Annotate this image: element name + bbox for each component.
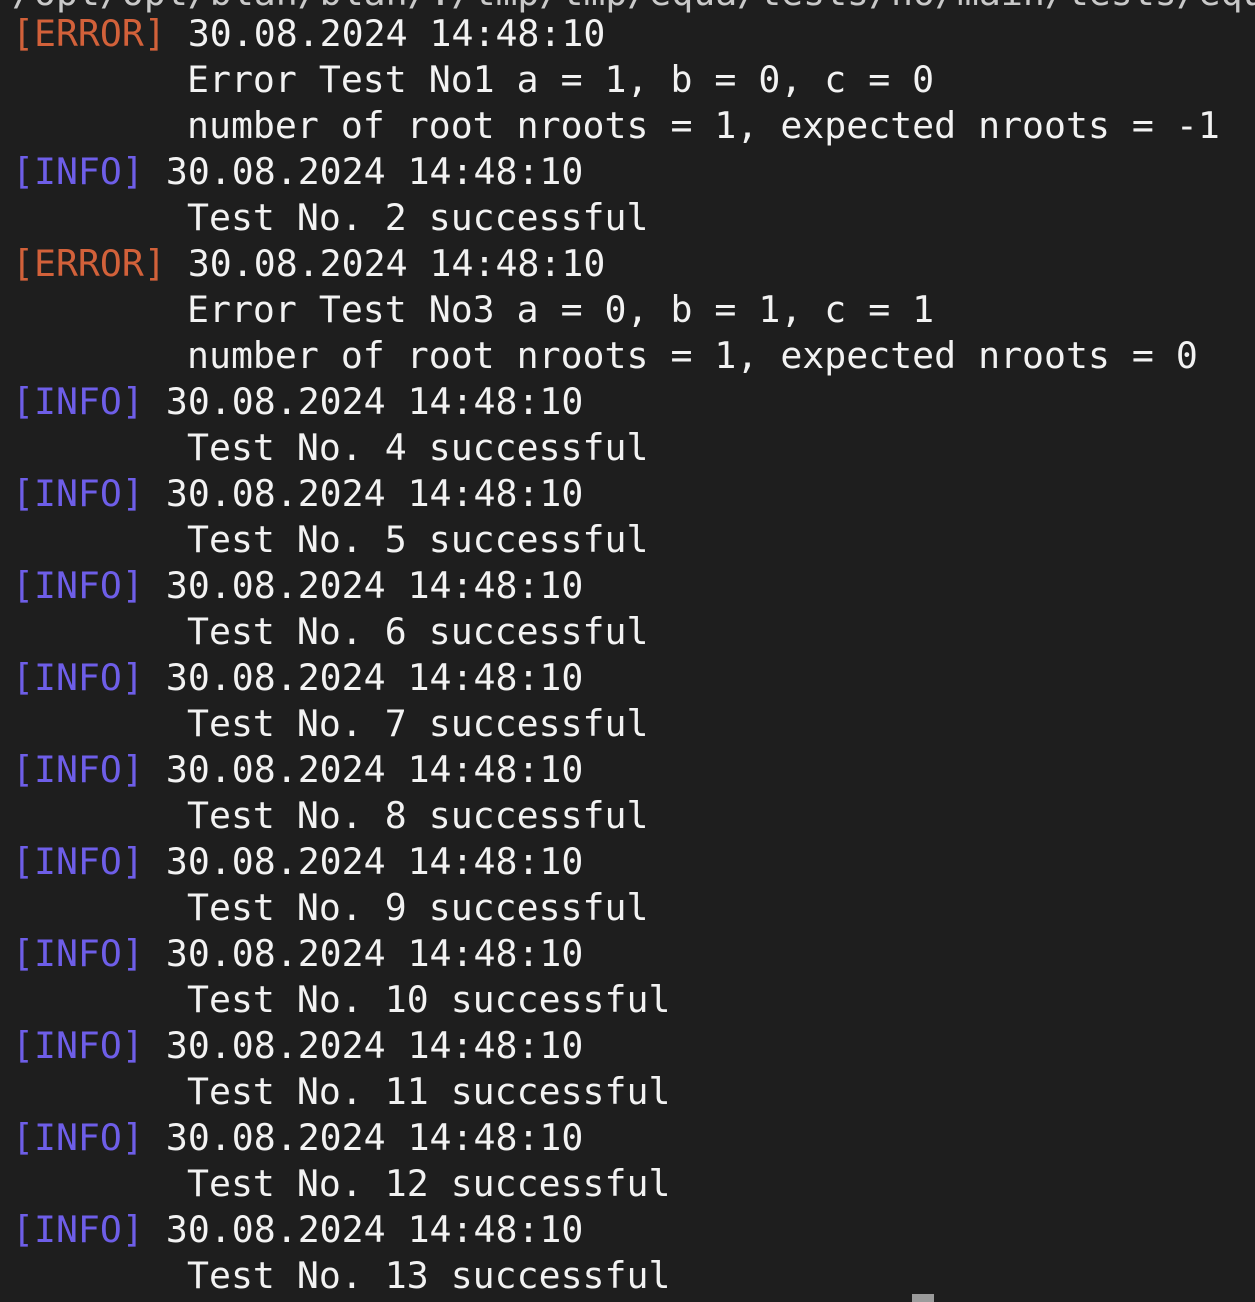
log-entry-header: [INFO] 30.08.2024 14:48:10 xyxy=(12,471,583,517)
log-entry-header: [INFO] 30.08.2024 14:48:10 xyxy=(12,747,583,793)
log-entry-header: [INFO] 30.08.2024 14:48:10 xyxy=(12,1023,583,1069)
log-level-info-tag: [INFO] xyxy=(12,1024,144,1067)
log-timestamp: 30.08.2024 14:48:10 xyxy=(165,1116,584,1159)
log-entry-header: [INFO] 30.08.2024 14:48:10 xyxy=(12,563,583,609)
log-level-info-tag: [INFO] xyxy=(12,748,144,791)
log-message: Test No. 7 successful xyxy=(187,702,649,745)
log-level-error-tag: [ERROR] xyxy=(12,12,166,55)
log-message: Test No. 6 successful xyxy=(187,610,649,653)
log-level-info-tag: [INFO] xyxy=(12,472,144,515)
log-entry-header: [ERROR] 30.08.2024 14:48:10 xyxy=(12,11,605,57)
log-timestamp: 30.08.2024 14:48:10 xyxy=(165,932,584,975)
log-level-info-tag: [INFO] xyxy=(12,932,144,975)
log-level-info-tag: [INFO] xyxy=(12,1208,144,1251)
log-timestamp: 30.08.2024 14:48:10 xyxy=(165,840,584,883)
log-timestamp: 30.08.2024 14:48:10 xyxy=(165,380,584,423)
log-timestamp: 30.08.2024 14:48:10 xyxy=(165,564,584,607)
log-entry-header: [INFO] 30.08.2024 14:48:10 xyxy=(12,1207,583,1253)
log-timestamp: 30.08.2024 14:48:10 xyxy=(187,242,606,285)
separator xyxy=(144,748,166,791)
log-message: Test No. 13 successful xyxy=(187,1254,671,1297)
log-timestamp: 30.08.2024 14:48:10 xyxy=(165,150,584,193)
log-level-error-tag: [ERROR] xyxy=(12,242,166,285)
log-message: Test No. 4 successful xyxy=(187,426,649,469)
log-message: Error Test No1 a = 1, b = 0, c = 0 xyxy=(187,58,935,101)
log-level-info-tag: [INFO] xyxy=(12,150,144,193)
separator xyxy=(144,1208,166,1251)
separator xyxy=(144,1116,166,1159)
log-message: number of root nroots = 1, expected nroo… xyxy=(187,104,1220,147)
log-message: Error Test No3 a = 0, b = 1, c = 1 xyxy=(187,288,935,331)
log-level-info-tag: [INFO] xyxy=(12,1116,144,1159)
terminal-window[interactable]: /opt/opt/blah/blah/./tmp/tmp/equa/tests/… xyxy=(0,0,1255,1302)
log-message: Test No. 9 successful xyxy=(187,886,649,929)
log-message: Test No. 2 successful xyxy=(187,196,649,239)
log-timestamp: 30.08.2024 14:48:10 xyxy=(165,1024,584,1067)
log-entry-header: [INFO] 30.08.2024 14:48:10 xyxy=(12,655,583,701)
separator xyxy=(144,840,166,883)
separator xyxy=(144,472,166,515)
separator xyxy=(166,12,188,55)
log-message: Test No. 8 successful xyxy=(187,794,649,837)
terminal-cursor xyxy=(912,1294,934,1302)
log-entry-header: [INFO] 30.08.2024 14:48:10 xyxy=(12,839,583,885)
log-message: Test No. 5 successful xyxy=(187,518,649,561)
log-timestamp: 30.08.2024 14:48:10 xyxy=(165,472,584,515)
separator xyxy=(144,150,166,193)
separator xyxy=(144,656,166,699)
log-message: Test No. 12 successful xyxy=(187,1162,671,1205)
log-level-info-tag: [INFO] xyxy=(12,564,144,607)
separator xyxy=(166,242,188,285)
log-timestamp: 30.08.2024 14:48:10 xyxy=(165,1208,584,1251)
separator xyxy=(144,380,166,423)
log-timestamp: 30.08.2024 14:48:10 xyxy=(165,656,584,699)
separator xyxy=(144,932,166,975)
log-timestamp: 30.08.2024 14:48:10 xyxy=(165,748,584,791)
log-entry-header: [INFO] 30.08.2024 14:48:10 xyxy=(12,149,583,195)
separator xyxy=(144,564,166,607)
log-entry-header: [INFO] 30.08.2024 14:48:10 xyxy=(12,1115,583,1161)
log-message: Test No. 11 successful xyxy=(187,1070,671,1113)
log-level-info-tag: [INFO] xyxy=(12,840,144,883)
log-level-info-tag: [INFO] xyxy=(12,656,144,699)
log-message: Test No. 10 successful xyxy=(187,978,671,1021)
log-entry-header: [ERROR] 30.08.2024 14:48:10 xyxy=(12,241,605,287)
separator xyxy=(144,1024,166,1067)
log-timestamp: 30.08.2024 14:48:10 xyxy=(187,12,606,55)
log-level-info-tag: [INFO] xyxy=(12,380,144,423)
log-entry-header: [INFO] 30.08.2024 14:48:10 xyxy=(12,379,583,425)
log-message: number of root nroots = 1, expected nroo… xyxy=(187,334,1198,377)
log-entry-header: [INFO] 30.08.2024 14:48:10 xyxy=(12,931,583,977)
